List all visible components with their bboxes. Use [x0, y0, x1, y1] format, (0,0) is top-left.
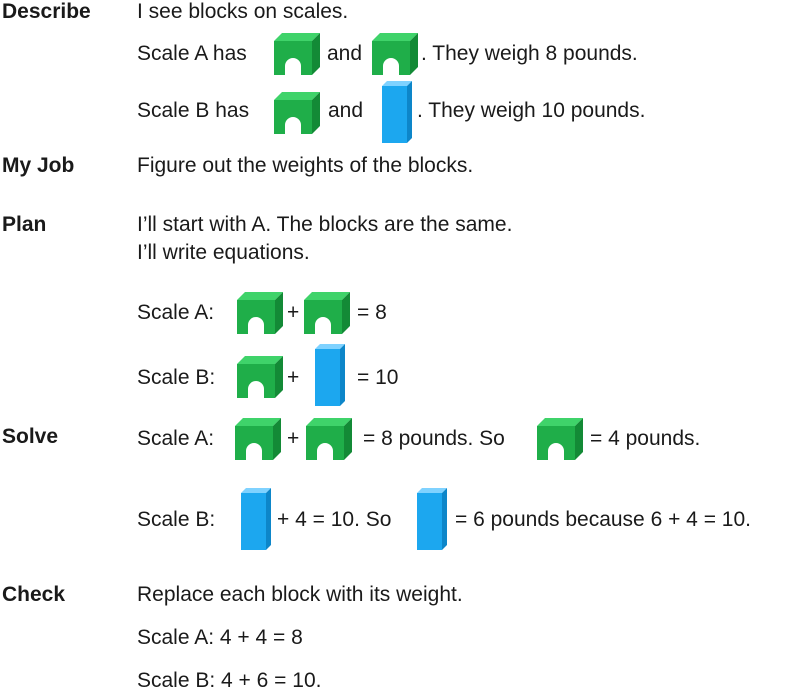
plan-eq-b-plus: +	[287, 366, 300, 389]
describe-scale-b-prefix: Scale B has	[137, 99, 250, 122]
check-intro: Replace each block with its weight.	[137, 583, 463, 606]
plan-eq-a-plus: +	[287, 301, 300, 324]
heading-plan: Plan	[2, 213, 47, 236]
describe-intro: I see blocks on scales.	[137, 0, 349, 23]
heading-check: Check	[2, 583, 66, 606]
solve-b-mid: + 4 = 10. So	[277, 508, 392, 531]
green-arch-block-icon	[237, 356, 283, 398]
blue-tall-block-icon	[241, 488, 271, 550]
my-job-text: Figure out the weights of the blocks.	[137, 154, 474, 177]
plan-eq-a-result: = 8	[357, 301, 387, 324]
plan-line-1: I’ll start with A. The blocks are the sa…	[137, 213, 513, 236]
solve-b-end: = 6 pounds because 6 + 4 = 10.	[455, 508, 751, 531]
check-scale-a: Scale A: 4 + 4 = 8	[137, 626, 303, 649]
solve-a-end: = 4 pounds.	[590, 427, 701, 450]
plan-eq-b-label: Scale B:	[137, 366, 216, 389]
describe-scale-a-and: and	[327, 42, 363, 65]
solve-b-label: Scale B:	[137, 508, 216, 531]
check-scale-b: Scale B: 4 + 6 = 10.	[137, 669, 322, 692]
green-arch-block-icon	[306, 418, 352, 460]
plan-eq-a-label: Scale A:	[137, 301, 215, 324]
describe-scale-b-and: and	[328, 99, 364, 122]
plan-eq-b-result: = 10	[357, 366, 399, 389]
heading-solve: Solve	[2, 425, 59, 448]
green-arch-block-icon	[372, 33, 418, 75]
describe-scale-a-suffix: . They weigh 8 pounds.	[421, 42, 638, 65]
blue-tall-block-icon	[382, 81, 412, 143]
blue-tall-block-icon	[417, 488, 447, 550]
green-arch-block-icon	[274, 33, 320, 75]
solve-a-plus: +	[287, 427, 300, 450]
blue-tall-block-icon	[315, 344, 345, 406]
green-arch-block-icon	[537, 418, 583, 460]
green-arch-block-icon	[304, 292, 350, 334]
heading-describe: Describe	[2, 0, 91, 23]
solve-a-mid: = 8 pounds. So	[363, 427, 505, 450]
describe-scale-a-prefix: Scale A has	[137, 42, 247, 65]
heading-my-job: My Job	[2, 154, 75, 177]
solve-a-label: Scale A:	[137, 427, 215, 450]
green-arch-block-icon	[235, 418, 281, 460]
green-arch-block-icon	[274, 92, 320, 134]
plan-line-2: I’ll write equations.	[137, 241, 310, 264]
green-arch-block-icon	[237, 292, 283, 334]
describe-scale-b-suffix: . They weigh 10 pounds.	[417, 99, 646, 122]
